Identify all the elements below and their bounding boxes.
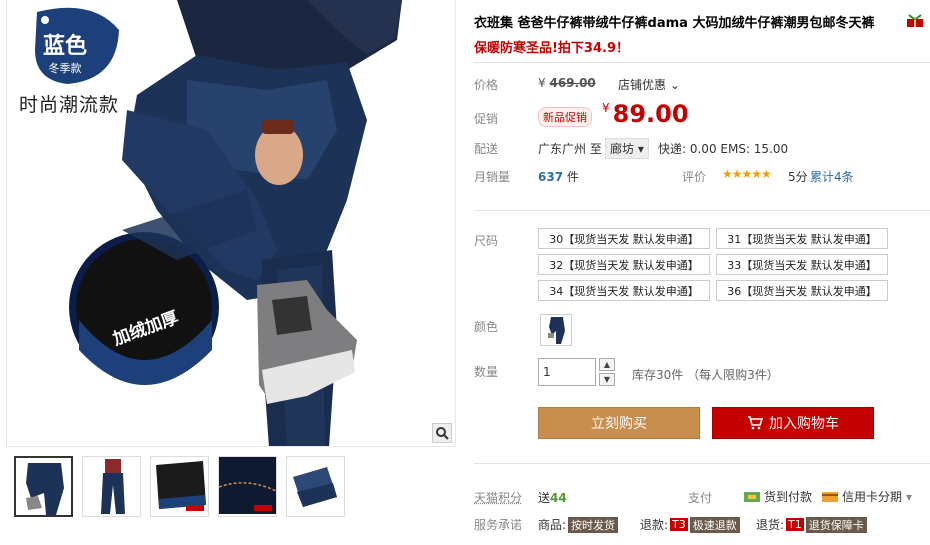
sales-label: 月销量: [474, 170, 511, 184]
quantity-label: 数量: [474, 365, 499, 379]
thumbnail-1[interactable]: [14, 456, 73, 517]
rating-label: 评价: [682, 170, 707, 184]
shipping-fee: 快递: 0.00 EMS: 15.00: [658, 142, 789, 156]
main-product-image[interactable]: 蓝色 冬季款 时尚潮流款 加绒加厚: [6, 0, 456, 447]
thumbnail-2[interactable]: [82, 456, 141, 517]
thumbnail-3[interactable]: [150, 456, 209, 517]
chevron-down-icon: ⌄: [666, 78, 680, 92]
color-label: 颜色: [474, 320, 499, 334]
service-return: 退货: T1 退货保障卡: [756, 516, 867, 533]
badge-season: 冬季款: [48, 62, 82, 75]
size-option[interactable]: 31【现货当天发 默认发申通】: [716, 228, 888, 249]
promo-tag: 新品促销: [538, 107, 592, 127]
cart-icon: [748, 416, 763, 430]
credit-card-icon: [822, 491, 838, 502]
pay-credit-installment[interactable]: 信用卡分期 ▾: [822, 488, 912, 505]
add-to-cart-label: 加入购物车: [769, 416, 839, 432]
promo-price: ¥89.00: [602, 100, 689, 128]
ship-from: 广东广州 至: [538, 142, 602, 156]
store-discount-dropdown[interactable]: 店铺优惠 ⌄: [618, 76, 680, 93]
size-option[interactable]: 36【现货当天发 默认发申通】: [716, 280, 888, 301]
points-value: 送44: [538, 491, 567, 505]
quantity-input[interactable]: 1: [538, 358, 596, 386]
chevron-down-icon: ▼: [603, 375, 611, 384]
price-label: 价格: [474, 78, 499, 92]
divider: [474, 210, 930, 211]
points-label[interactable]: 天猫积分: [474, 489, 522, 506]
size-label: 尺码: [474, 234, 499, 248]
divider: [474, 62, 930, 63]
chevron-up-icon: ▲: [603, 360, 611, 369]
size-option[interactable]: 34【现货当天发 默认发申通】: [538, 280, 710, 301]
service-refund: 退款: T3 极速退款: [640, 516, 740, 533]
promo-label: 促销: [474, 112, 499, 126]
size-option[interactable]: 33【现货当天发 默认发申通】: [716, 254, 888, 275]
service-label: 服务承诺: [474, 518, 523, 532]
reviews-link[interactable]: 累计4条: [810, 168, 854, 185]
ship-to-dropdown[interactable]: 廊坊 ▾: [605, 138, 649, 159]
size-option[interactable]: 30【现货当天发 默认发申通】: [538, 228, 710, 249]
service-goods: 商品: 按时发货: [538, 516, 619, 533]
size-options: 30【现货当天发 默认发申通】 31【现货当天发 默认发申通】 32【现货当天发…: [538, 228, 888, 301]
rating-stars: ★★★★★: [722, 167, 772, 181]
thumbnail-4[interactable]: [218, 456, 277, 517]
gift-icon: [907, 14, 923, 27]
slogan-text: 时尚潮流款: [19, 94, 120, 116]
promo-headline: 保暖防寒圣品!拍下34.9！: [474, 41, 630, 56]
product-title: 衣班集 爸爸牛仔裤带绒牛仔裤dama 大码加绒牛仔裤潮男包邮冬天裤: [474, 16, 875, 31]
rating-score: 5分: [788, 170, 808, 184]
product-gallery: 蓝色 冬季款 时尚潮流款 加绒加厚: [6, 0, 456, 545]
badge-color: 蓝色: [42, 34, 87, 59]
shipping-label: 配送: [474, 142, 499, 156]
size-option[interactable]: 32【现货当天发 默认发申通】: [538, 254, 710, 275]
zoom-button[interactable]: [432, 423, 452, 443]
color-swatch[interactable]: [540, 314, 572, 346]
monthly-sales: 637 件: [538, 170, 579, 184]
product-info: 衣班集 爸爸牛仔裤带绒牛仔裤dama 大码加绒牛仔裤潮男包邮冬天裤 保暖防寒圣品…: [474, 0, 930, 545]
pay-cod[interactable]: 货到付款: [744, 488, 812, 505]
thumbnail-5[interactable]: [286, 456, 345, 517]
original-price: ¥ 469.00: [538, 76, 596, 90]
payment-label: 支付: [688, 491, 713, 505]
chevron-down-icon: ▾: [906, 489, 913, 504]
quantity-increase[interactable]: ▲: [599, 358, 615, 371]
magnifier-icon: [436, 427, 449, 440]
add-to-cart-button[interactable]: 加入购物车: [712, 407, 874, 439]
cash-icon: [744, 491, 760, 502]
chevron-down-icon: ▾: [634, 142, 644, 156]
stock-info: 库存30件 （每人限购3件）: [632, 368, 779, 382]
quantity-decrease[interactable]: ▼: [599, 373, 615, 386]
divider: [474, 463, 930, 464]
buy-now-button[interactable]: 立刻购买: [538, 407, 700, 439]
thumbnail-strip: [14, 456, 345, 517]
